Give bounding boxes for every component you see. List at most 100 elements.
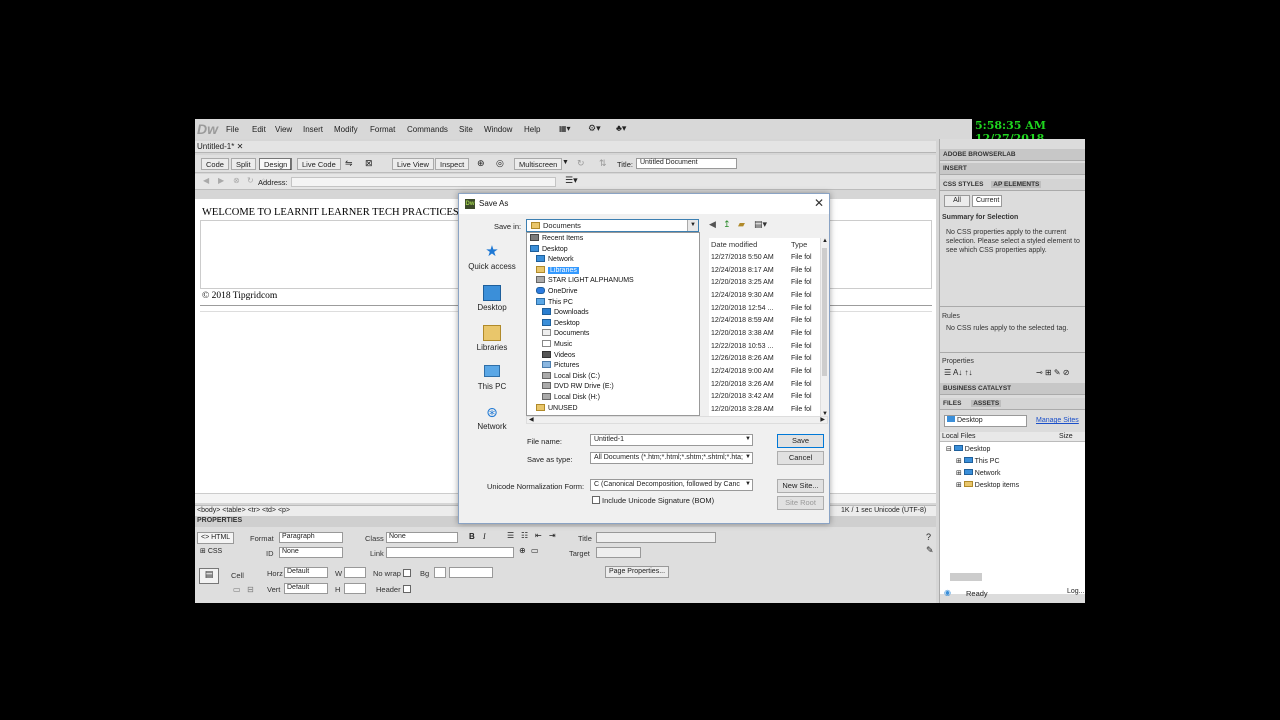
file-row-type[interactable]: File fol bbox=[791, 292, 812, 299]
file-row-date[interactable]: 12/24/2018 9:00 AM bbox=[711, 368, 774, 375]
address-options-icon[interactable]: ☰▾ bbox=[565, 175, 578, 186]
save-in-option[interactable]: Network bbox=[536, 255, 574, 265]
up-folder-icon[interactable]: ↥ bbox=[723, 219, 731, 230]
menu-commands[interactable]: Commands bbox=[407, 125, 448, 134]
file-row-type[interactable]: File fol bbox=[791, 393, 812, 400]
unordered-list-icon[interactable]: ☰ bbox=[507, 531, 514, 540]
scroll-up-icon[interactable]: ▲ bbox=[822, 238, 828, 244]
document-title-input[interactable]: Untitled Document bbox=[636, 158, 737, 169]
check-icon[interactable]: ⊠ bbox=[365, 158, 373, 169]
chevron-down-icon[interactable]: ▼ bbox=[687, 220, 698, 231]
save-in-option[interactable]: DVD RW Drive (E:) bbox=[542, 382, 614, 392]
file-row-type[interactable]: File fol bbox=[791, 381, 812, 388]
file-row-date[interactable]: 12/20/2018 3:25 AM bbox=[711, 279, 774, 286]
menu-edit[interactable]: Edit bbox=[252, 125, 266, 134]
multiscreen-dropdown-icon[interactable]: ▼ bbox=[562, 159, 569, 166]
save-in-option[interactable]: Recent Items bbox=[530, 234, 583, 244]
menu-help[interactable]: Help bbox=[524, 125, 540, 134]
menu-site[interactable]: Site bbox=[459, 125, 473, 134]
file-list[interactable]: Date modified Type 12/27/2018 5:50 AM Fil… bbox=[709, 238, 828, 421]
log-button[interactable]: Log... bbox=[1064, 587, 1085, 599]
file-row-date[interactable]: 12/27/2018 5:50 AM bbox=[711, 254, 774, 261]
document-tab[interactable]: Untitled-1* ✕ bbox=[197, 142, 243, 151]
file-row-type[interactable]: File fol bbox=[791, 267, 812, 274]
file-row-date[interactable]: 12/20/2018 3:28 AM bbox=[711, 406, 774, 413]
chevron-down-icon[interactable]: ▼ bbox=[745, 481, 751, 487]
close-icon[interactable]: ✕ bbox=[814, 196, 824, 210]
css-mode-button[interactable]: ⊞ CSS bbox=[197, 546, 225, 558]
save-in-option[interactable]: Local Disk (H:) bbox=[542, 393, 600, 403]
bg-color-swatch[interactable] bbox=[434, 567, 446, 578]
save-in-option[interactable]: Music bbox=[542, 340, 572, 350]
save-in-option[interactable]: Desktop bbox=[530, 244, 568, 255]
close-tab-icon[interactable]: ✕ bbox=[237, 142, 244, 151]
file-row-type[interactable]: File fol bbox=[791, 330, 812, 337]
width-input[interactable] bbox=[344, 567, 366, 578]
bg-color-input[interactable] bbox=[449, 567, 493, 578]
bold-icon[interactable]: B bbox=[469, 532, 475, 541]
merge-cells-icon[interactable]: ▭ bbox=[233, 585, 241, 594]
current-mode-button[interactable]: Current bbox=[972, 195, 1002, 207]
size-header[interactable]: Size bbox=[1059, 433, 1073, 440]
save-in-option[interactable]: Libraries bbox=[536, 265, 579, 276]
html-mode-button[interactable]: <> HTML bbox=[197, 532, 235, 544]
title-field[interactable] bbox=[596, 532, 716, 543]
live-code-button[interactable]: Live Code bbox=[297, 158, 341, 170]
tree-item-network[interactable]: ⊞ Network bbox=[956, 469, 1000, 477]
file-management-icon[interactable]: ⇅ bbox=[599, 158, 607, 169]
file-row-type[interactable]: File fol bbox=[791, 406, 812, 413]
target-select[interactable] bbox=[596, 547, 641, 558]
indent-icon[interactable]: ⇥ bbox=[549, 531, 556, 540]
place-this-pc[interactable]: This PC bbox=[462, 365, 522, 391]
horizontal-scrollbar[interactable]: ◀ ▶ bbox=[526, 416, 828, 424]
tab-assets[interactable]: ASSETS bbox=[971, 400, 1002, 407]
save-in-select[interactable]: Documents ▼ bbox=[526, 219, 699, 232]
tab-files[interactable]: FILES bbox=[943, 400, 961, 407]
save-in-option[interactable]: Desktop bbox=[542, 318, 580, 329]
menu-format[interactable]: Format bbox=[370, 125, 395, 134]
tab-ap-elements[interactable]: AP ELEMENTS bbox=[991, 181, 1042, 188]
chevron-down-icon[interactable]: ▼ bbox=[745, 454, 751, 460]
show-category-view-icon[interactable]: ☰ A↓ ↑↓ bbox=[944, 368, 973, 377]
place-quick-access[interactable]: ★ Quick access bbox=[462, 244, 522, 272]
address-input[interactable] bbox=[291, 177, 556, 187]
quick-tag-icon[interactable]: ✎ bbox=[926, 545, 934, 556]
point-to-file-icon[interactable]: ⊕ bbox=[519, 546, 526, 555]
new-site-button[interactable]: New Site... bbox=[777, 479, 824, 493]
save-in-option[interactable]: Documents bbox=[542, 329, 589, 339]
file-row-date[interactable]: 12/26/2018 8:26 AM bbox=[711, 355, 774, 362]
refresh-icon[interactable]: ↻ bbox=[577, 158, 585, 169]
horz-select[interactable]: Default bbox=[284, 567, 328, 578]
save-in-option[interactable]: This PC bbox=[536, 297, 573, 308]
file-row-type[interactable]: File fol bbox=[791, 355, 812, 362]
nowrap-checkbox[interactable] bbox=[403, 569, 411, 577]
tag-selector[interactable]: <body> <table> <tr> <td> <p> bbox=[197, 507, 290, 514]
file-row-type[interactable]: File fol bbox=[791, 305, 812, 312]
save-in-option[interactable]: STAR LIGHT ALPHANUMS bbox=[536, 276, 634, 286]
reload-icon[interactable]: ↻ bbox=[247, 176, 254, 185]
tree-item-desktop-items[interactable]: ⊞ Desktop items bbox=[956, 481, 1019, 489]
chevron-down-icon[interactable]: ▼ bbox=[745, 436, 751, 442]
menu-insert[interactable]: Insert bbox=[303, 125, 323, 134]
back-icon[interactable]: ◀ bbox=[203, 176, 209, 185]
multiscreen-button[interactable]: Multiscreen bbox=[514, 158, 563, 170]
refresh-design-icon[interactable]: ◎ bbox=[496, 158, 504, 169]
tab-css-styles[interactable]: CSS STYLES bbox=[943, 181, 983, 188]
gear-icon[interactable]: ⚙▾ bbox=[588, 123, 601, 134]
layout-icon[interactable]: ▦▾ bbox=[559, 124, 571, 133]
page-properties-button[interactable]: Page Properties... bbox=[605, 566, 670, 578]
height-input[interactable] bbox=[344, 583, 366, 594]
tree-scrollbar-thumb[interactable] bbox=[950, 573, 982, 581]
stop-icon[interactable]: ⊗ bbox=[233, 176, 240, 185]
view-menu-icon[interactable]: ▤▾ bbox=[754, 219, 767, 230]
date-modified-header[interactable]: Date modified bbox=[711, 240, 757, 249]
bom-checkbox[interactable] bbox=[592, 496, 600, 504]
local-files-header[interactable]: Local Files bbox=[942, 433, 975, 440]
tree-item-this-pc[interactable]: ⊞ This PC bbox=[956, 457, 1000, 465]
copyright-text[interactable]: © 2018 Tipgridcom bbox=[202, 291, 277, 301]
save-in-option[interactable]: OneDrive bbox=[536, 287, 578, 297]
help-icon[interactable]: ? bbox=[926, 532, 931, 542]
page-heading[interactable]: WELCOME TO LEARNIT LEARNER TECH PRACTICE… bbox=[202, 207, 459, 218]
all-mode-button[interactable]: All bbox=[944, 195, 970, 207]
menu-modify[interactable]: Modify bbox=[334, 125, 358, 134]
